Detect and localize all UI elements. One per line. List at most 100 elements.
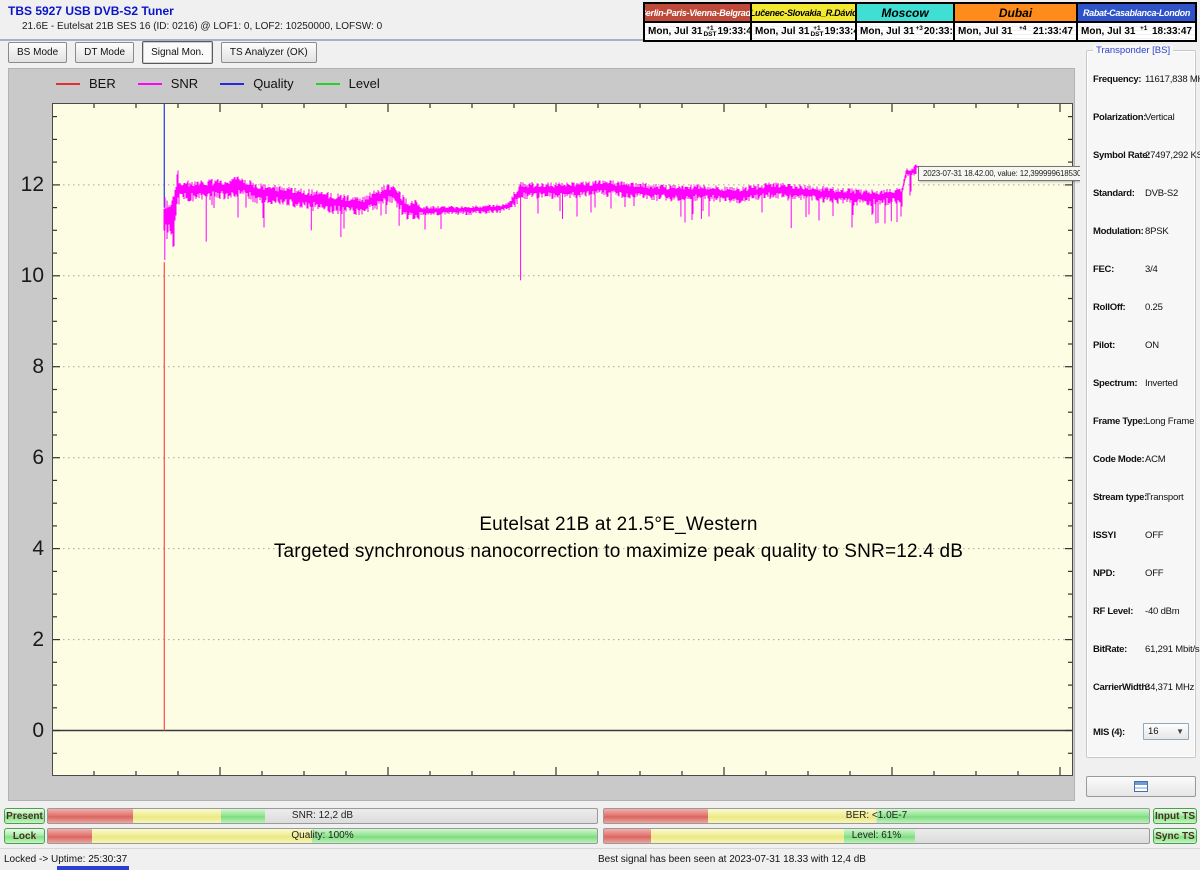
clock-city-label: Dubai [955,4,1076,21]
transponder-field-standard: Standard: DVB-S2 [1087,188,1197,202]
field-label: RollOff: [1093,302,1125,313]
clock-utc-offset: +1 [1140,26,1147,37]
chart-annotation: Eutelsat 21B at 21.5°E_Western Targeted … [108,511,1129,565]
field-label: ISSYI [1093,530,1116,541]
field-value: Transport [1145,492,1184,503]
level-progress-bar: Level: 61% [603,828,1150,844]
clock-moscow: MoscowMon, Jul 31+3 20:33:47 [855,4,953,40]
field-value: 11617,838 MHz [1145,74,1200,85]
field-label: Symbol Rate: [1093,150,1150,161]
legend-item-quality: Quality [220,76,293,91]
transponder-field-stream-type: Stream type:Transport [1087,492,1197,506]
quality-progress-bar: Quality: 100% [47,828,598,844]
field-value: 61,291 Mbit/s [1145,644,1199,655]
group-title: Transponder [BS] [1093,45,1173,56]
y-axis-tick-label: 6 [32,447,44,469]
field-label: Stream type: [1093,492,1147,503]
transponder-field-code-mode: Code Mode:ACM [1087,454,1197,468]
transponder-field-pilot: Pilot:ON [1087,340,1197,354]
clock-time-display: Mon, Jul 31+4 21:33:47 [955,21,1076,40]
field-label: NPD: [1093,568,1115,579]
transponder-field-rf-level: RF Level:-40 dBm [1087,606,1197,620]
y-axis-tick-label: 0 [32,720,44,742]
stream-window-icon [1134,781,1148,792]
transponder-field-issyi: ISSYI OFF [1087,530,1197,544]
snr-bar-label: SNR: 12,2 dB [48,810,597,821]
clock-berlin-paris-vienna-belgrade: Berlin-Paris-Vienna-BelgradeMon, Jul 31+… [645,4,750,40]
clock-time: 21:33:47 [1033,26,1073,37]
tab-signal-mon[interactable]: Signal Mon. [142,41,213,64]
tab-bs-mode[interactable]: BS Mode [8,42,67,63]
field-value: DVB-S2 [1145,188,1178,199]
input-ts-button[interactable]: Input TS [1153,808,1197,824]
clock-time-display: Mon, Jul 31+1DST19:33:47 [752,21,855,40]
field-label: FEC: [1093,264,1114,275]
snr-line-swatch [138,83,162,85]
transponder-field-rolloff: RollOff:0.25 [1087,302,1197,316]
mis-dropdown[interactable]: 16 ▼ [1143,723,1189,740]
transponder-field-frequency: Frequency:11617,838 MHz [1087,74,1197,88]
chevron-down-icon: ▼ [1176,727,1184,736]
field-value: 8PSK [1145,226,1169,237]
field-value: Vertical [1145,112,1175,123]
clock-time: 18:33:47 [1152,26,1192,37]
status-bar: Locked -> Uptime: 25:30:37 Best signal h… [0,848,1200,870]
transponder-sidebar: Transponder [BS] Frequency:11617,838 MHz… [1080,42,1200,803]
quality-bar-label: Quality: 100% [48,830,597,841]
field-value: ON [1145,340,1159,351]
clock-rabat-casablanca-london: Rabat-Casablanca-London Mon, Jul 31 +1 18:… [1076,4,1195,40]
transponder-group: Transponder [BS] Frequency:11617,838 MHz… [1086,50,1196,758]
tab-dt-mode[interactable]: DT Mode [75,42,134,63]
field-label: Standard: [1093,188,1135,199]
legend-item-ber: BER [56,76,116,91]
level-bar-label: Level: 61% [604,830,1149,841]
clock-time-display: Mon, Jul 31+1DST19:33:47 [645,21,750,40]
field-label: Frame Type: [1093,416,1146,427]
clock-date: Mon, Jul 31 [958,26,1012,37]
y-axis-tick-label: 2 [32,629,44,651]
transponder-field-carrierwidth: CarrierWidth:34,371 MHz [1087,682,1197,696]
bottom-blue-strip [57,866,129,870]
clock-utc-offset: +3 [915,26,922,37]
field-label: Spectrum: [1093,378,1137,389]
present-indicator-button[interactable]: Present [4,808,45,824]
field-value: OFF [1145,530,1163,541]
transponder-field-spectrum: Spectrum:Inverted [1087,378,1197,392]
ts-console-button[interactable] [1086,776,1196,797]
y-axis-tick-label: 4 [32,538,44,560]
field-label: Code Mode: [1093,454,1144,465]
transponder-field-mis: MIS (4): 16 ▼ [1087,727,1197,741]
y-axis-tick-label: 10 [21,265,44,287]
transponder-field-symbol-rate: Symbol Rate:27497,292 KS/s [1087,150,1197,164]
lock-indicator-button[interactable]: Lock [4,828,45,844]
field-value: 3/4 [1145,264,1158,275]
chart-legend: BER SNR Quality Level [56,76,380,91]
clock-date: Mon, Jul 31 [1081,26,1135,37]
transponder-field-polarization: Polarization:Vertical [1087,112,1197,126]
field-label: Modulation: [1093,226,1144,237]
mode-tabs: BS Mode DT Mode Signal Mon. TS Analyzer … [8,42,317,64]
snr-plot-area[interactable] [52,103,1073,776]
tab-ts-analyzer[interactable]: TS Analyzer (OK) [221,42,317,63]
legend-label: SNR [171,76,198,91]
mis-selected-value: 16 [1148,726,1159,737]
field-value: OFF [1145,568,1163,579]
field-value: ACM [1145,454,1166,465]
sync-ts-button[interactable]: Sync TS [1153,828,1197,844]
annotation-line2: Targeted synchronous nanocorrection to m… [108,538,1129,565]
field-value: 34,371 MHz [1145,682,1194,693]
legend-label: Level [349,76,380,91]
clock-time-display: Mon, Jul 31 +1 18:33:47 [1078,21,1195,40]
clock-city-label: Moscow [857,4,953,21]
field-label: Polarization: [1093,112,1146,123]
clock-city-label: Rabat-Casablanca-London [1078,4,1195,21]
legend-label: BER [89,76,116,91]
clock-date: Mon, Jul 31 [648,26,702,37]
transponder-field-fec: FEC: 3/4 [1087,264,1197,278]
ber-line-swatch [56,83,80,85]
clock-date: Mon, Jul 31 [860,26,914,37]
window-title: TBS 5927 USB DVB-S2 Tuner [8,4,174,18]
field-label: MIS (4): [1093,727,1125,738]
field-label: RF Level: [1093,606,1133,617]
legend-item-level: Level [316,76,380,91]
